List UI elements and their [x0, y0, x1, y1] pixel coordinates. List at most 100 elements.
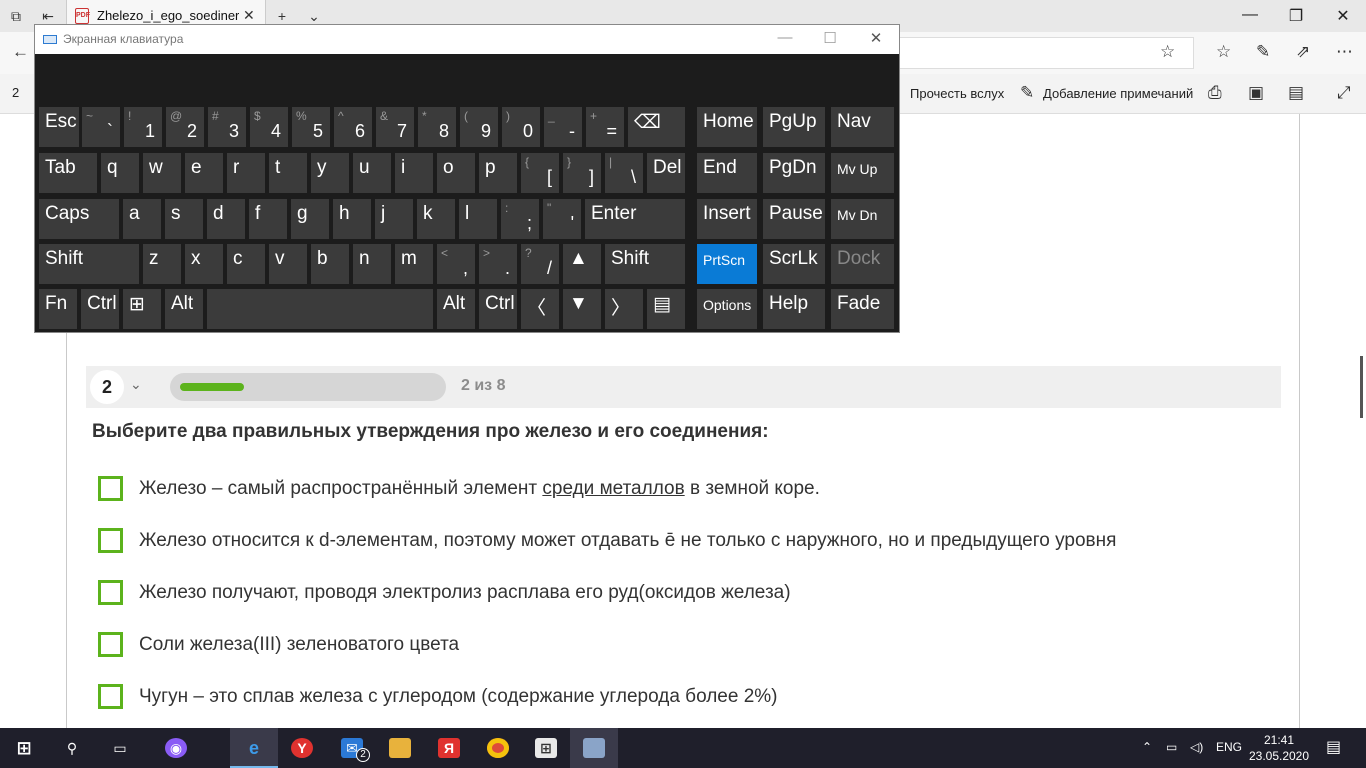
osk-key[interactable]: Ctrl: [479, 289, 517, 329]
back-icon[interactable]: ←: [12, 42, 29, 62]
osk-key[interactable]: <,: [437, 244, 475, 284]
osk-key[interactable]: + =: [586, 107, 624, 147]
checkbox[interactable]: [98, 684, 123, 709]
osk-key[interactable]: Help: [763, 289, 825, 329]
osk-key[interactable]: d: [207, 199, 245, 239]
osk-key[interactable]: j: [375, 199, 413, 239]
osk-key[interactable]: n: [353, 244, 391, 284]
osk-key[interactable]: % 5: [292, 107, 330, 147]
osk-key[interactable]: PgUp: [763, 107, 825, 147]
network-icon[interactable]: ▭: [1166, 740, 1177, 754]
osk-key[interactable]: s: [165, 199, 203, 239]
osk-key[interactable]: Options: [697, 289, 757, 329]
osk-key[interactable]: Dock: [831, 244, 894, 284]
osk-key[interactable]: x: [185, 244, 223, 284]
osk-key[interactable]: Fade: [831, 289, 894, 329]
favorite-star-icon[interactable]: ☆: [1160, 42, 1175, 62]
osk-key[interactable]: v: [269, 244, 307, 284]
osk-key[interactable]: y: [311, 153, 349, 193]
vertical-scrollbar[interactable]: [1360, 356, 1363, 418]
osk-key[interactable]: Fn: [39, 289, 77, 329]
osk-key[interactable]: #3: [208, 107, 246, 147]
osk-key[interactable]: ) 0: [502, 107, 540, 147]
osk-key[interactable]: $4: [250, 107, 288, 147]
osk-key[interactable]: k: [417, 199, 455, 239]
osk-key[interactable]: [207, 289, 433, 329]
pin-toolbar-icon[interactable]: ⤢: [1337, 83, 1351, 103]
osk-key[interactable]: Ctrl: [81, 289, 119, 329]
pen-icon[interactable]: ✎: [1256, 42, 1270, 62]
alice-assistant-button[interactable]: ◉: [152, 728, 200, 768]
add-notes-button[interactable]: Добавление примечаний: [1043, 86, 1193, 101]
osk-key[interactable]: e: [185, 153, 223, 193]
volume-icon[interactable]: ◁): [1190, 740, 1203, 754]
checkbox[interactable]: [98, 528, 123, 553]
language-indicator[interactable]: ENG: [1216, 740, 1242, 754]
osk-key[interactable]: PgDn: [763, 153, 825, 193]
osk-key[interactable]: >.: [479, 244, 517, 284]
osk-key[interactable]: Del: [647, 153, 685, 193]
osk-key[interactable]: Alt: [437, 289, 475, 329]
chevron-down-icon[interactable]: ⌄: [130, 376, 142, 393]
osk-key[interactable]: p: [479, 153, 517, 193]
osk-key[interactable]: i: [395, 153, 433, 193]
start-button[interactable]: ⊞: [0, 728, 48, 768]
osk-key[interactable]: ^ 6: [334, 107, 372, 147]
close-tab-icon[interactable]: ✕: [243, 7, 255, 24]
osk-key[interactable]: ▤: [647, 289, 685, 329]
osk-key[interactable]: c: [227, 244, 265, 284]
favorites-list-icon[interactable]: ☆: [1216, 42, 1231, 62]
taskbar-chrome[interactable]: [474, 728, 522, 768]
taskbar-explorer[interactable]: [376, 728, 424, 768]
osk-key[interactable]: l: [459, 199, 497, 239]
osk-key[interactable]: m: [395, 244, 433, 284]
save-as-icon[interactable]: ▤: [1288, 83, 1304, 103]
osk-key[interactable]: {[: [521, 153, 559, 193]
close-icon[interactable]: ✕: [866, 29, 886, 47]
osk-key[interactable]: @2: [166, 107, 204, 147]
tab-actions-icon[interactable]: ⧉: [6, 6, 26, 26]
checkbox[interactable]: [98, 632, 123, 657]
osk-key[interactable]: }]: [563, 153, 601, 193]
checkbox[interactable]: [98, 580, 123, 605]
share-icon[interactable]: ⇗: [1296, 42, 1310, 62]
save-icon[interactable]: ▣: [1248, 83, 1264, 103]
osk-key[interactable]: & 7: [376, 107, 414, 147]
osk-key[interactable]: r: [227, 153, 265, 193]
taskbar-yandex[interactable]: Я: [425, 728, 473, 768]
osk-key[interactable]: :;: [501, 199, 539, 239]
osk-key[interactable]: Shift: [39, 244, 139, 284]
osk-key[interactable]: _ -: [544, 107, 582, 147]
osk-key[interactable]: ScrLk: [763, 244, 825, 284]
osk-key[interactable]: z: [143, 244, 181, 284]
osk-key[interactable]: PrtScn: [697, 244, 757, 284]
osk-key[interactable]: ▲: [563, 244, 601, 284]
osk-key[interactable]: ! 1: [124, 107, 162, 147]
new-tab-icon[interactable]: +: [272, 6, 292, 26]
maximize-icon[interactable]: ☐: [820, 29, 840, 47]
osk-key[interactable]: ▼: [563, 289, 601, 329]
osk-key[interactable]: h: [333, 199, 371, 239]
restore-icon[interactable]: ❐: [1286, 6, 1306, 26]
set-tabs-aside-icon[interactable]: ⇤: [38, 6, 58, 26]
osk-key[interactable]: a: [123, 199, 161, 239]
osk-key[interactable]: | \: [605, 153, 643, 193]
osk-key[interactable]: ? /: [521, 244, 559, 284]
osk-key[interactable]: w: [143, 153, 181, 193]
osk-key[interactable]: b: [311, 244, 349, 284]
print-icon[interactable]: ⎙: [1208, 83, 1222, 103]
osk-key[interactable]: 〈: [521, 289, 559, 329]
osk-key[interactable]: Nav: [831, 107, 894, 147]
osk-key[interactable]: Insert: [697, 199, 757, 239]
checkbox[interactable]: [98, 476, 123, 501]
page-number-field[interactable]: 2: [12, 85, 19, 100]
taskbar-mail[interactable]: ✉ 2: [328, 728, 376, 768]
notifications-icon[interactable]: ▤: [1326, 737, 1341, 757]
task-view-button[interactable]: ▭: [96, 728, 144, 768]
osk-key[interactable]: ~ `: [82, 107, 120, 147]
osk-title-bar[interactable]: Экранная клавиатура — ☐ ✕: [35, 25, 899, 54]
osk-key[interactable]: Esc: [39, 107, 79, 147]
address-bar[interactable]: [898, 37, 1194, 69]
osk-key[interactable]: g: [291, 199, 329, 239]
osk-key[interactable]: o: [437, 153, 475, 193]
